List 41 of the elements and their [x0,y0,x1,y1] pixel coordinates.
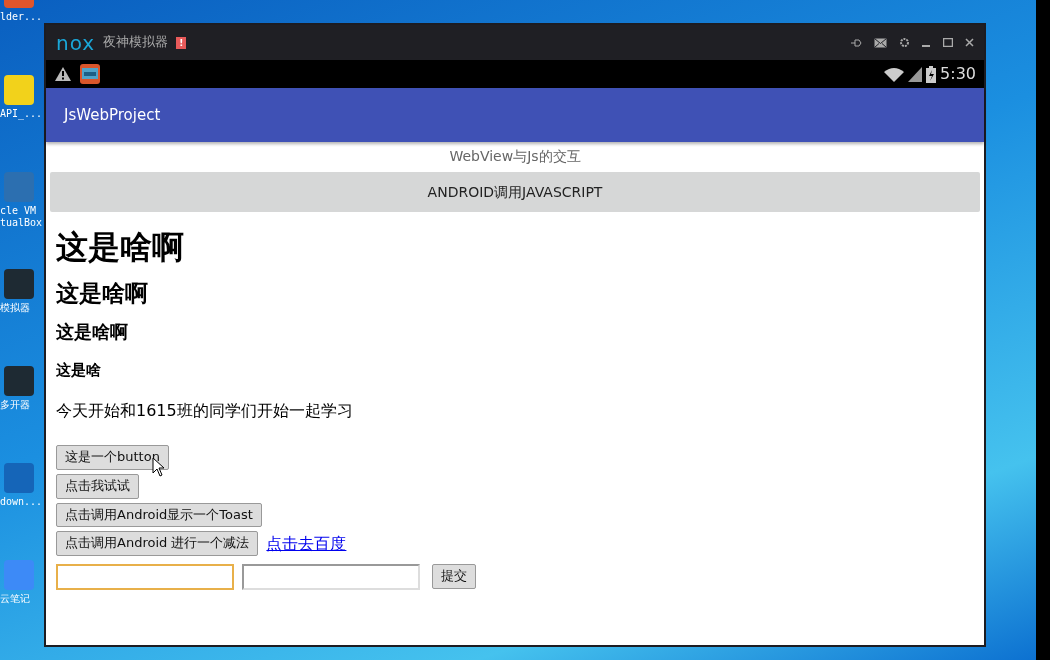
app-logo: nox [56,32,96,53]
heading: 这是啥啊 [56,322,129,343]
close-icon[interactable] [965,38,974,47]
heading: 这是啥啊 [56,230,185,266]
maximize-icon[interactable] [943,38,953,47]
web-button[interactable]: 点击我试试 [56,473,139,499]
wifi-icon [884,66,905,82]
desktop-icon[interactable] [4,560,34,590]
input-field[interactable] [56,563,234,590]
desktop-icon-label[interactable]: down... [0,496,44,508]
desktop-icon-label[interactable]: 模拟器 [0,302,44,314]
web-button[interactable]: 点击调用Android 进行一个减法 [56,531,259,557]
web-button[interactable]: 这是一个button [56,444,169,470]
heading: 这是啥 [56,362,102,379]
pin-icon[interactable] [850,37,862,48]
warning-icon [54,66,72,82]
page-heading: WebView与Js的交互 [448,147,582,166]
desktop-icon[interactable] [4,269,34,299]
desktop-icon[interactable] [4,172,34,202]
desktop-icon-label[interactable]: cle VM tualBox [0,205,44,229]
submit-button[interactable]: 提交 [432,564,476,590]
desktop-icon-label[interactable]: API_... [0,108,44,120]
alert-badge[interactable]: ! [176,36,187,49]
input-field[interactable] [242,563,420,590]
call-javascript-button[interactable]: ANDROID调用JAVASCRIPT [50,172,980,212]
desktop-icon-label[interactable]: lder... [0,11,44,23]
window-title: 夜神模拟器 [103,33,169,52]
battery-icon [926,65,937,83]
web-button[interactable]: 点击调用Android显示一个Toast [56,502,262,528]
mail-icon[interactable] [874,37,887,48]
link[interactable]: 点击去百度 [266,531,347,556]
signal-icon [908,66,923,82]
paragraph: 今天开始和1615班的同学们开始一起学习 [56,399,354,422]
heading: 这是啥啊 [56,281,149,307]
desktop-icon[interactable] [4,366,34,396]
desktop-icon[interactable] [4,463,34,493]
app-title: JsWebProject [64,104,161,126]
desktop-icon-label[interactable]: 多开器 [0,399,44,411]
desktop-icon[interactable] [4,75,34,105]
clock: 5:30 [940,63,976,85]
settings-icon[interactable] [899,37,910,48]
